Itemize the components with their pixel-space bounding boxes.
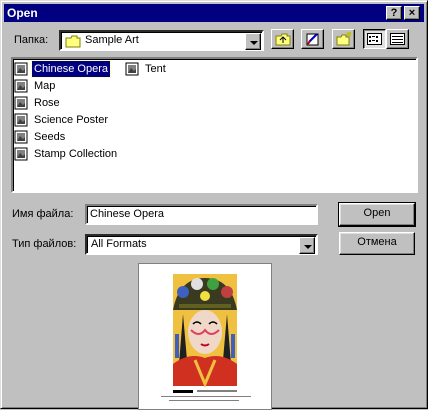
details-view-button[interactable] — [386, 29, 409, 49]
file-name: Chinese Opera — [31, 60, 111, 78]
open-button[interactable]: Open — [338, 202, 416, 227]
favorites-button[interactable] — [301, 29, 324, 49]
file-name: Seeds — [34, 131, 66, 143]
folder-label-text: Папка: — [14, 34, 49, 46]
new-folder-icon — [336, 31, 352, 49]
file-name: Science Poster — [34, 114, 108, 126]
file-icon — [14, 79, 29, 93]
filename-label: Имя файла: — [12, 208, 73, 220]
chevron-down-icon — [304, 245, 312, 249]
cancel-button[interactable]: Отмена — [339, 232, 415, 255]
file-icon — [14, 130, 29, 144]
folder-icon — [65, 35, 81, 51]
look-in-favorites-icon — [305, 32, 321, 49]
chevron-down-icon — [250, 41, 258, 45]
help-button[interactable]: ? — [386, 6, 402, 20]
folder-combo[interactable]: Sample Art — [59, 30, 264, 51]
file-icon — [14, 147, 29, 161]
filename-label-text: Имя файла: — [12, 208, 74, 220]
filetype-label-text: Тип файлов: — [12, 238, 77, 250]
folder-value: Sample Art — [85, 34, 139, 46]
up-folder-icon — [275, 32, 291, 49]
file-name: Stamp Collection — [34, 148, 118, 160]
file-list[interactable]: Chinese Opera Map Rose Science Poster Se… — [11, 57, 418, 193]
filename-value: Chinese Opera — [90, 208, 164, 220]
list-view-icon — [367, 33, 382, 48]
new-folder-button[interactable] — [332, 29, 355, 49]
folder-label: Папка: — [14, 34, 48, 46]
open-dialog: Open ? × Папка: Sample Art Chinese Opera… — [0, 0, 428, 410]
title-bar[interactable]: Open ? × — [4, 4, 424, 22]
filename-input[interactable]: Chinese Opera — [85, 204, 318, 225]
file-name: Map — [34, 80, 56, 92]
file-name: Rose — [34, 97, 60, 109]
list-view-button[interactable] — [363, 29, 386, 49]
filetype-value: All Formats — [91, 238, 147, 250]
filetype-dropdown-button[interactable] — [299, 237, 315, 254]
preview-image — [161, 274, 251, 401]
up-folder-button[interactable] — [271, 29, 294, 49]
details-view-icon — [390, 33, 405, 48]
filetype-label: Тип файлов: — [12, 238, 76, 250]
preview-pane — [138, 263, 272, 410]
file-name: Tent — [145, 63, 166, 75]
file-icon — [14, 113, 29, 127]
file-icon — [14, 96, 29, 110]
window-title: Open — [7, 6, 38, 20]
close-button[interactable]: × — [404, 6, 420, 20]
file-icon — [14, 62, 29, 76]
filetype-combo[interactable]: All Formats — [85, 234, 318, 255]
file-icon — [125, 62, 140, 76]
folder-dropdown-button[interactable] — [245, 33, 261, 50]
